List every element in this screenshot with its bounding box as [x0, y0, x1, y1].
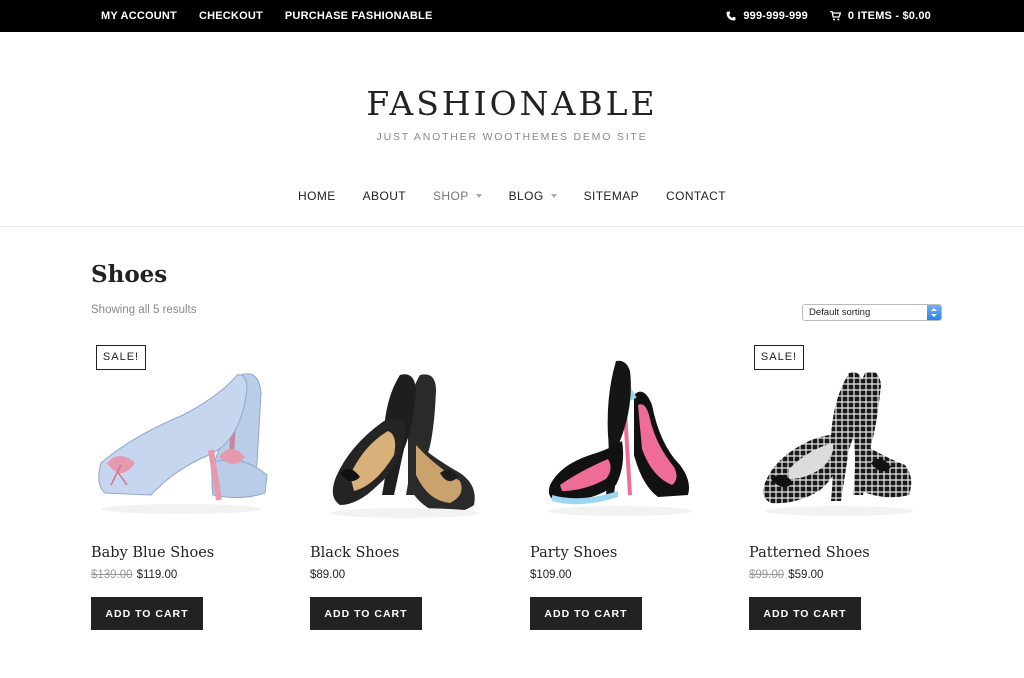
nav-blog-label: BLOG [508, 189, 544, 203]
product-name[interactable]: Patterned Shoes [749, 545, 870, 561]
product-card: Black Shoes $89.00 ADD TO CART [310, 345, 490, 635]
sale-price: $59.00 [788, 569, 824, 581]
original-price: $99.00 [749, 569, 785, 581]
page-title: Shoes [91, 261, 168, 288]
sorting-selected-value: Default sorting [809, 307, 871, 318]
regular-price: $89.00 [310, 569, 346, 581]
chevron-down-icon [475, 194, 482, 198]
nav-home[interactable]: HOME [298, 189, 336, 203]
product-card: SALE! Patterned Shoes $99.00 $59.00 ADD T… [749, 345, 929, 635]
sorting-select[interactable]: Default sorting [802, 304, 942, 321]
cart-link[interactable]: 0 ITEMS - $0.00 [829, 10, 931, 22]
nav-contact-label: CONTACT [666, 189, 726, 203]
add-to-cart-button[interactable]: ADD TO CART [530, 597, 642, 630]
product-price: $99.00 $59.00 [749, 569, 823, 581]
nav-home-label: HOME [298, 189, 336, 203]
regular-price: $109.00 [530, 569, 572, 581]
site-title[interactable]: FASHIONABLE [0, 84, 1024, 123]
top-bar-links: MY ACCOUNT CHECKOUT PURCHASE FASHIONABLE [101, 0, 433, 32]
main-navigation: HOME ABOUT SHOP BLOG SITEMAP CONTACT [0, 189, 1024, 203]
nav-sitemap[interactable]: SITEMAP [584, 189, 639, 203]
nav-shop[interactable]: SHOP [433, 189, 482, 203]
select-arrows-icon [927, 305, 941, 320]
chevron-down-icon [550, 194, 557, 198]
product-card: SALE! Baby Blue Shoes $139.00 $119.00 ADD… [91, 345, 271, 635]
product-image-black-shoes[interactable] [310, 345, 490, 525]
sale-badge: SALE! [754, 345, 804, 370]
add-to-cart-button[interactable]: ADD TO CART [749, 597, 861, 630]
nav-about[interactable]: ABOUT [363, 189, 406, 203]
nav-shop-label: SHOP [433, 189, 469, 203]
my-account-link[interactable]: MY ACCOUNT [101, 10, 177, 22]
top-bar: MY ACCOUNT CHECKOUT PURCHASE FASHIONABLE… [0, 0, 1024, 32]
product-name[interactable]: Party Shoes [530, 545, 617, 561]
nav-contact[interactable]: CONTACT [666, 189, 726, 203]
product-card: Party Shoes $109.00 ADD TO CART [530, 345, 710, 635]
add-to-cart-button[interactable]: ADD TO CART [91, 597, 203, 630]
sale-price: $119.00 [136, 569, 178, 581]
cart-total: 0 ITEMS - $0.00 [847, 10, 931, 22]
add-to-cart-button[interactable]: ADD TO CART [310, 597, 422, 630]
cart-icon [829, 11, 841, 21]
purchase-fashionable-link[interactable]: PURCHASE FASHIONABLE [285, 10, 433, 22]
product-image-party-shoes[interactable] [530, 345, 710, 525]
site-description: JUST ANOTHER WOOTHEMES DEMO SITE [376, 131, 648, 143]
product-name[interactable]: Baby Blue Shoes [91, 545, 214, 561]
nav-blog[interactable]: BLOG [509, 189, 557, 203]
result-count: Showing all 5 results [91, 304, 197, 316]
phone-link[interactable]: 999-999-999 [726, 10, 808, 22]
product-price: $139.00 $119.00 [91, 569, 177, 581]
product-price: $109.00 [530, 569, 572, 581]
checkout-link[interactable]: CHECKOUT [199, 10, 263, 22]
product-price: $89.00 [310, 569, 345, 581]
phone-number: 999-999-999 [743, 10, 808, 22]
sale-badge: SALE! [96, 345, 146, 370]
product-image-patterned-shoes[interactable] [749, 345, 929, 525]
original-price: $139.00 [91, 569, 133, 581]
header-divider [0, 226, 1024, 227]
product-image-baby-blue-shoes[interactable] [91, 345, 271, 525]
nav-about-label: ABOUT [362, 189, 406, 203]
top-bar-contact: 999-999-999 0 ITEMS - $0.00 [726, 0, 931, 32]
nav-sitemap-label: SITEMAP [583, 189, 640, 203]
phone-icon [726, 11, 736, 21]
product-name[interactable]: Black Shoes [310, 545, 399, 561]
